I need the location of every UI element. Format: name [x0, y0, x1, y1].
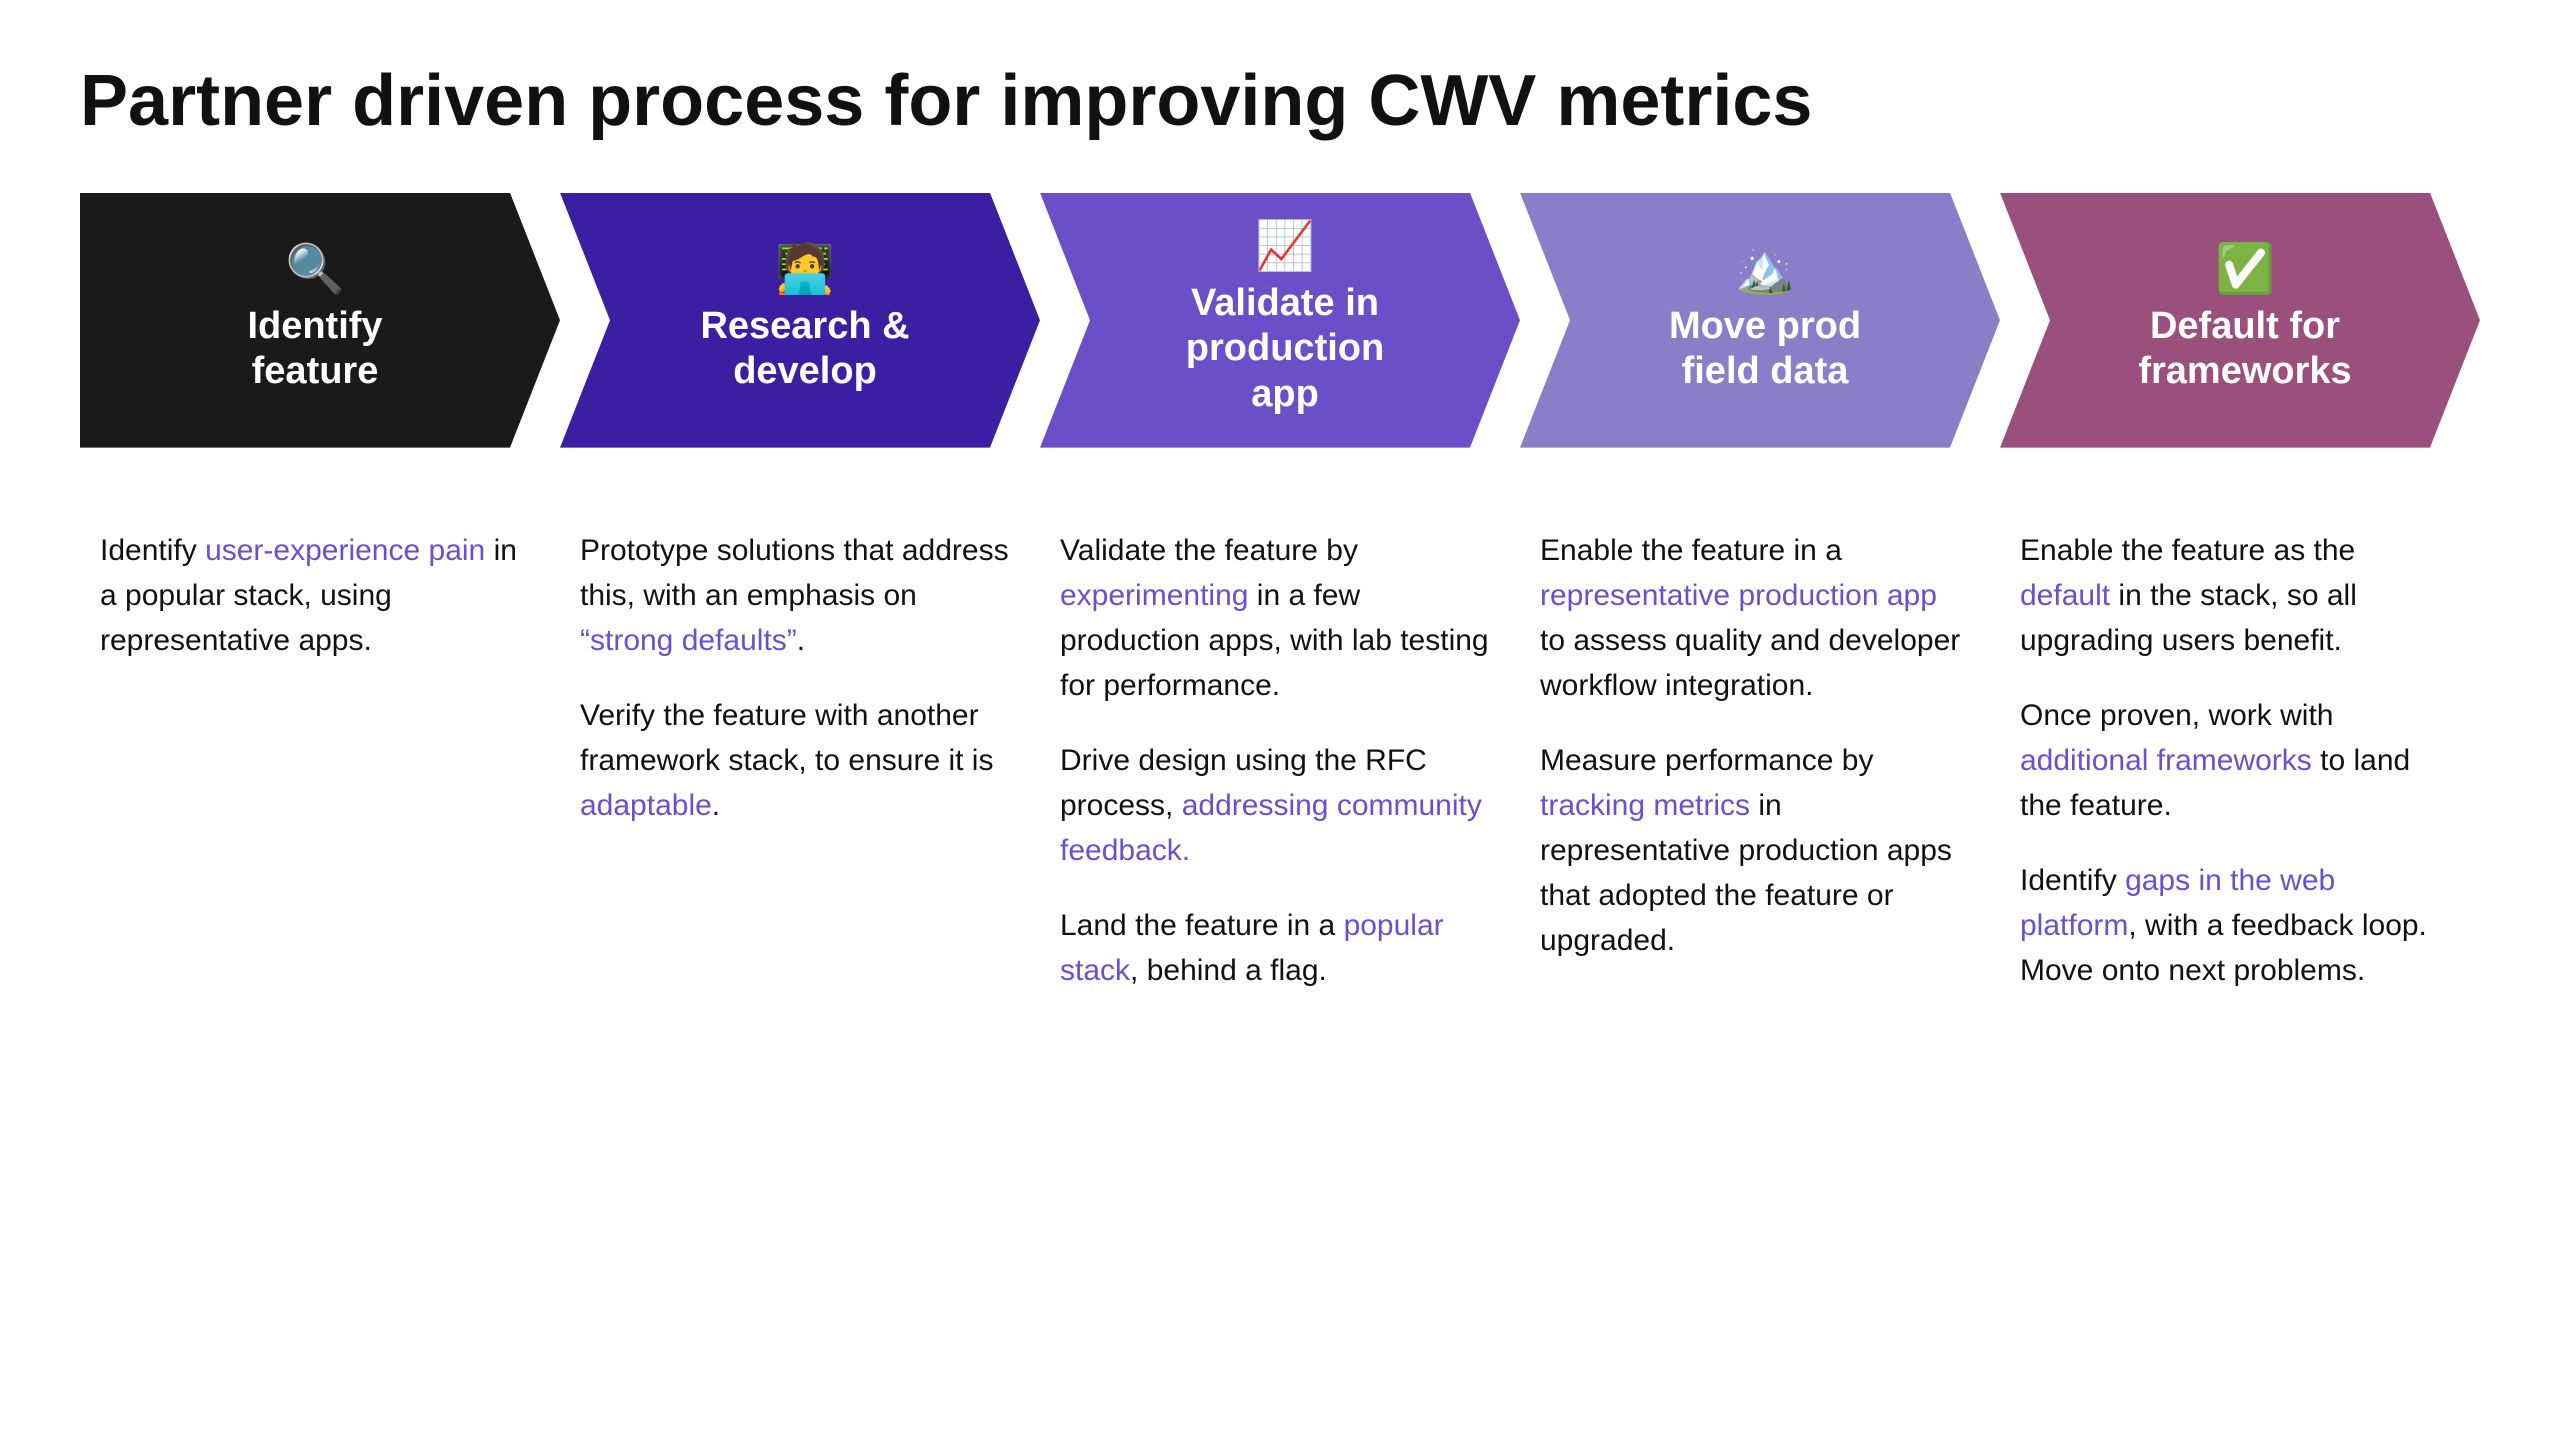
step-icon-research-develop: 🧑‍💻 [775, 246, 835, 294]
step-title-identify-feature: Identify feature [247, 304, 382, 395]
content-link[interactable]: popular stack [1060, 909, 1444, 987]
arrow-step-validate-production: 📈 Validate in production app [1040, 193, 1520, 448]
content-col-research-develop: Prototype solutions that address this, w… [560, 508, 1040, 1013]
step-icon-identify-feature: 🔍 [285, 246, 345, 294]
content-paragraph: Identify user-experience pain in a popul… [100, 528, 530, 663]
arrow-step-identify-feature: 🔍 Identify feature [80, 193, 560, 448]
content-paragraph: Enable the feature in a representative p… [1540, 528, 1970, 708]
content-link[interactable]: gaps in the web platform [2020, 864, 2335, 942]
step-title-default-frameworks: Default for frameworks [2138, 304, 2351, 395]
step-title-move-prod-field-data: Move prod field data [1669, 304, 1861, 395]
content-row: Identify user-experience pain in a popul… [80, 508, 2480, 1013]
content-paragraph: Verify the feature with another framewor… [580, 693, 1010, 828]
step-icon-move-prod-field-data: 🏔️ [1735, 246, 1795, 294]
content-paragraph: Measure performance by tracking metrics … [1540, 738, 1970, 963]
step-icon-default-frameworks: ✅ [2215, 246, 2275, 294]
content-col-default-frameworks: Enable the feature as the default in the… [2000, 508, 2480, 1013]
content-col-move-prod-field-data: Enable the feature in a representative p… [1520, 508, 2000, 1013]
content-col-validate-production: Validate the feature by experimenting in… [1040, 508, 1520, 1013]
content-paragraph: Land the feature in a popular stack, beh… [1060, 903, 1490, 993]
content-link[interactable]: tracking metrics [1540, 789, 1750, 822]
content-link[interactable]: adaptable [580, 789, 712, 822]
content-link[interactable]: default [2020, 579, 2110, 612]
content-link[interactable]: experimenting [1060, 579, 1248, 612]
content-link[interactable]: additional frameworks [2020, 744, 2312, 777]
content-link[interactable]: “strong defaults” [580, 624, 797, 657]
step-icon-validate-production: 📈 [1255, 223, 1315, 271]
step-title-research-develop: Research & develop [700, 304, 909, 395]
content-paragraph: Drive design using the RFC process, addr… [1060, 738, 1490, 873]
content-link[interactable]: addressing community feedback. [1060, 789, 1482, 867]
arrows-row: 🔍 Identify feature 🧑‍💻 Research & develop 📈 V… [80, 193, 2480, 448]
arrow-step-research-develop: 🧑‍💻 Research & develop [560, 193, 1040, 448]
content-link[interactable]: user-experience pain [205, 534, 485, 567]
step-title-validate-production: Validate in production app [1186, 281, 1384, 418]
arrow-step-move-prod-field-data: 🏔️ Move prod field data [1520, 193, 2000, 448]
content-paragraph: Prototype solutions that address this, w… [580, 528, 1010, 663]
content-paragraph: Enable the feature as the default in the… [2020, 528, 2450, 663]
content-paragraph: Identify gaps in the web platform, with … [2020, 858, 2450, 993]
arrow-step-default-frameworks: ✅ Default for frameworks [2000, 193, 2480, 448]
content-paragraph: Once proven, work with additional framew… [2020, 693, 2450, 828]
page-title: Partner driven process for improving CWV… [80, 60, 2480, 143]
content-col-identify-feature: Identify user-experience pain in a popul… [80, 508, 560, 1013]
content-link[interactable]: representative production app [1540, 579, 1937, 612]
content-paragraph: Validate the feature by experimenting in… [1060, 528, 1490, 708]
